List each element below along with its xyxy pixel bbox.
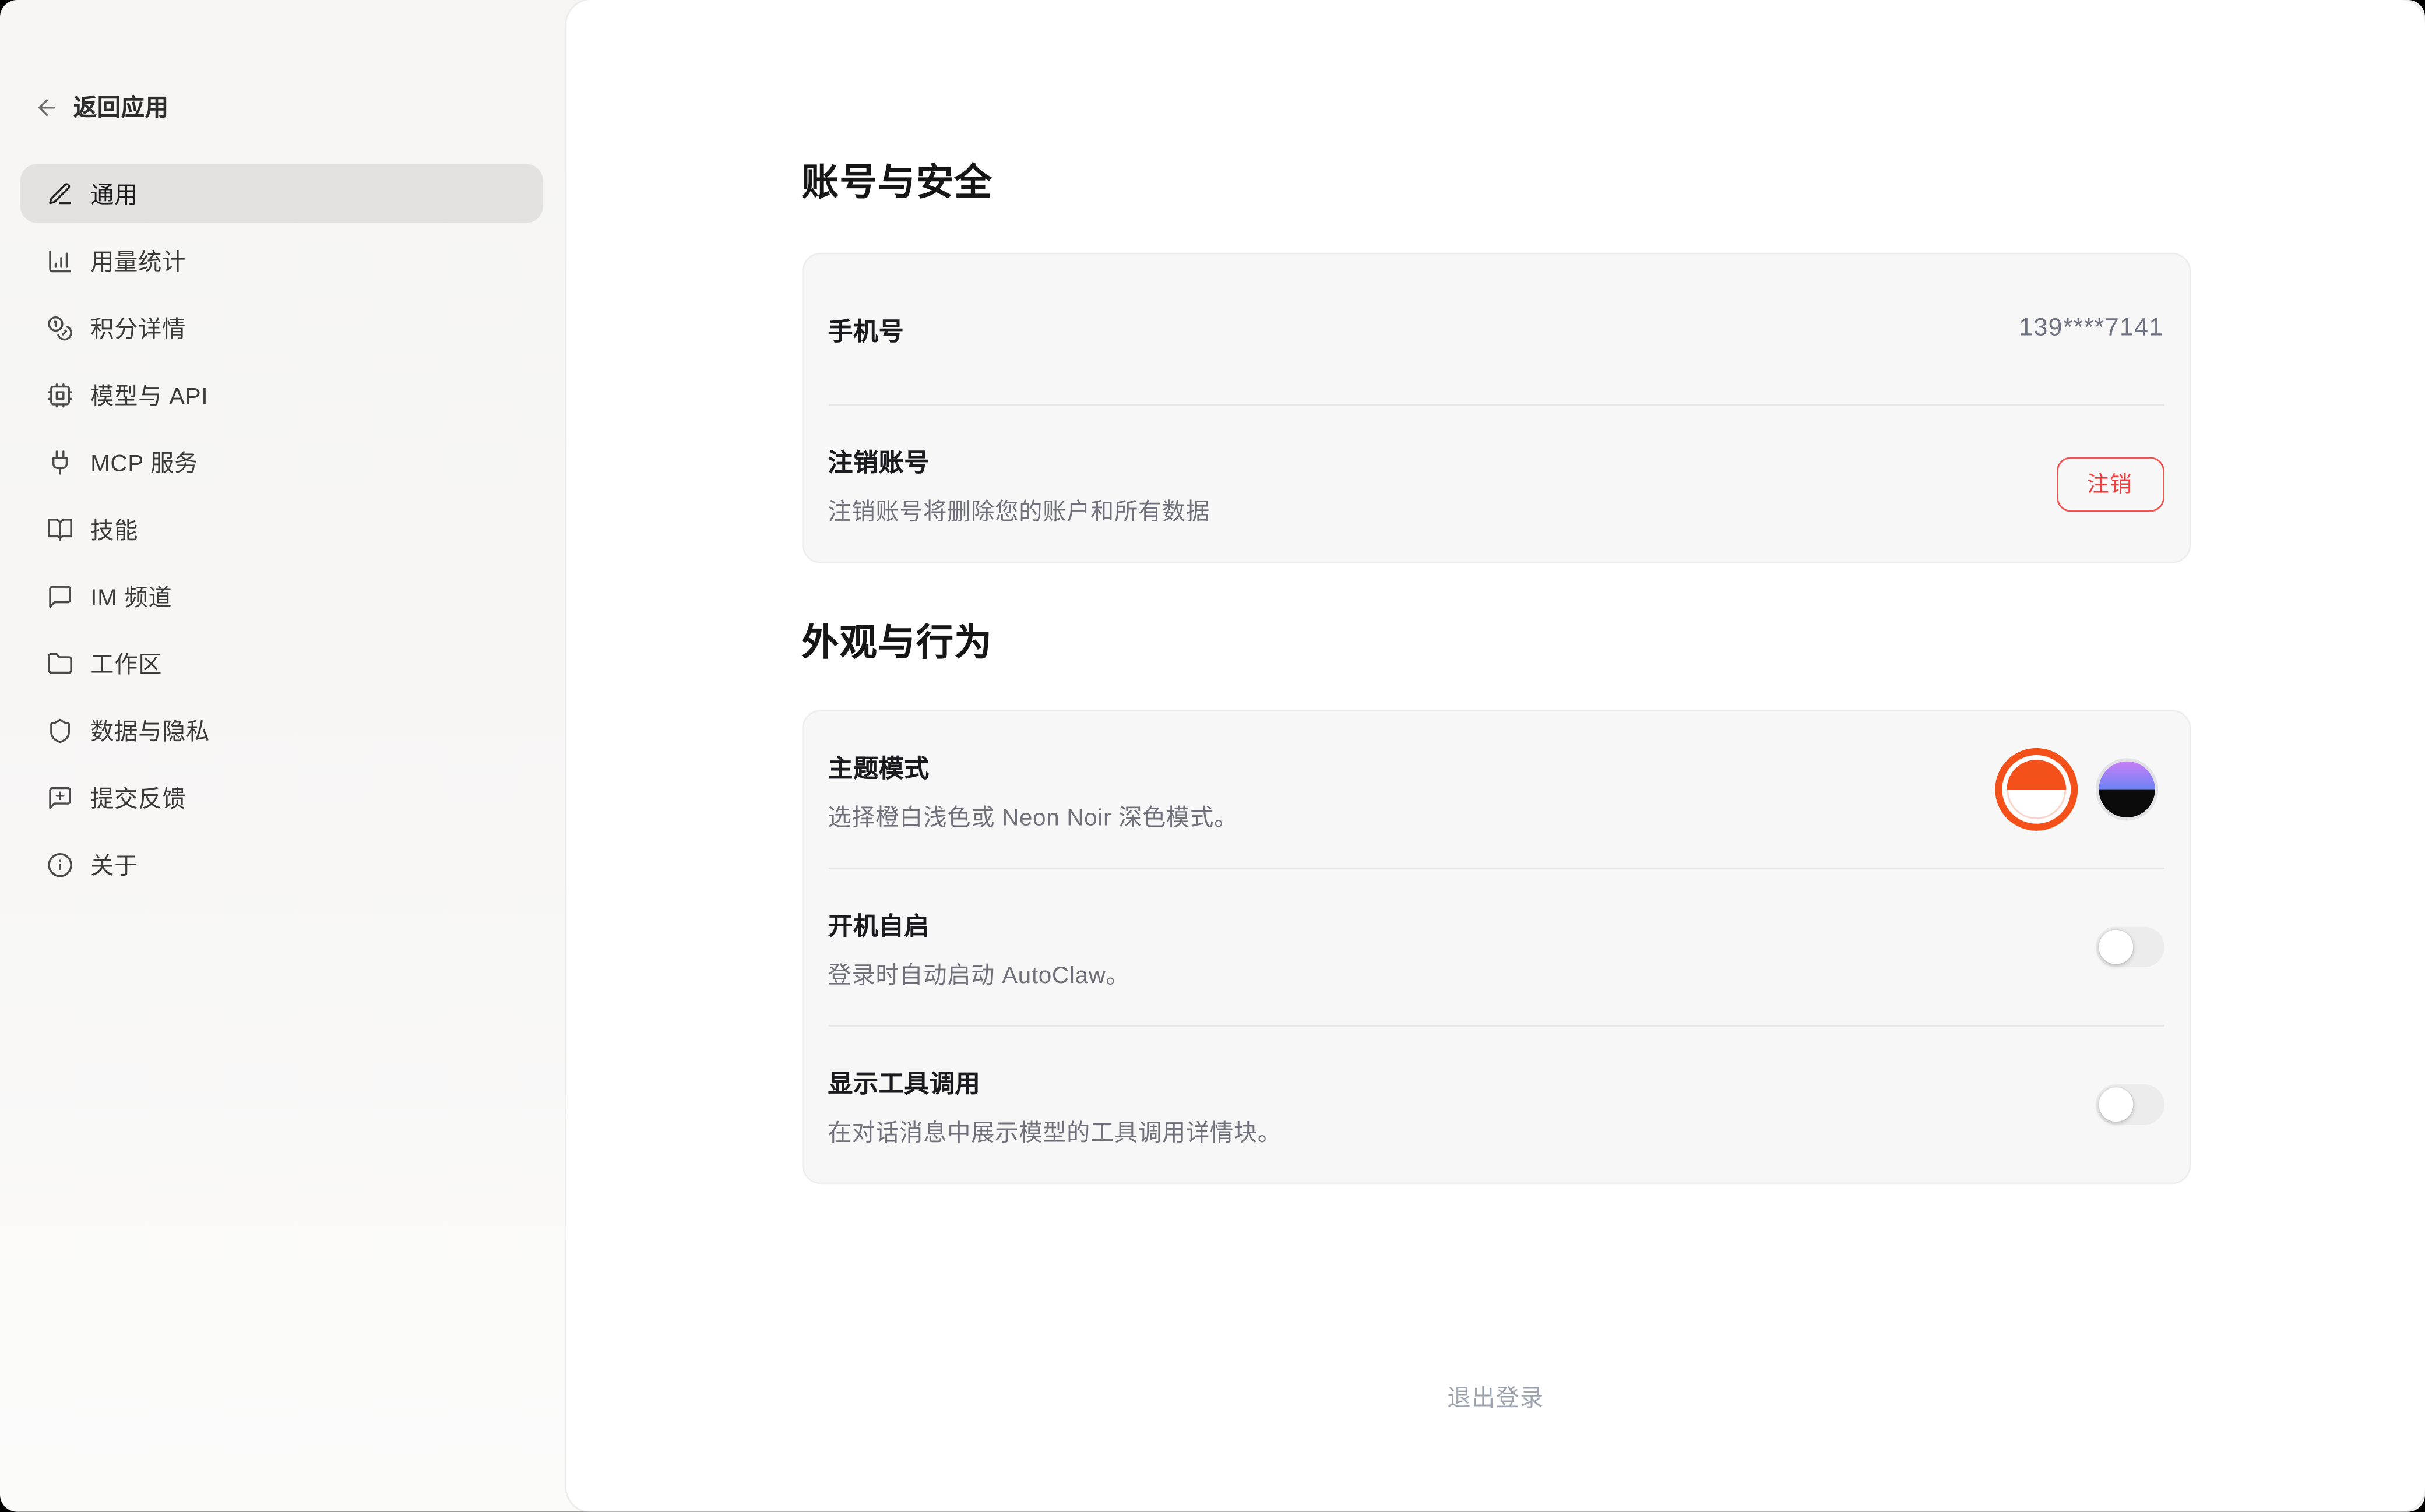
- back-label: 返回应用: [73, 90, 169, 123]
- theme-mode-description: 选择橙白浅色或 Neon Noir 深色模式。: [828, 799, 1238, 832]
- theme-swatch-neon-noir[interactable]: [2095, 758, 2157, 820]
- phone-number-label: 手机号: [828, 311, 904, 348]
- sidebar: 返回应用 通用 用量统计: [0, 0, 566, 1512]
- sidebar-item-label: 关于: [90, 848, 138, 880]
- sidebar-item-skills[interactable]: 技能: [20, 499, 543, 559]
- toggle-knob: [2098, 1087, 2132, 1122]
- tool-calls-toggle[interactable]: [2095, 1084, 2164, 1125]
- sidebar-item-models-api[interactable]: 模型与 API: [20, 365, 543, 425]
- sidebar-item-label: 提交反馈: [90, 781, 186, 813]
- account-security-card: 手机号 139****7141 注销账号 注销账号将删除您的账户和所有数据 注销: [801, 253, 2190, 563]
- book-open-icon: [47, 516, 73, 542]
- tool-calls-description: 在对话消息中展示模型的工具调用详情块。: [828, 1115, 1281, 1147]
- settings-content: 账号与安全 手机号 139****7141 注销账号 注销账号将删除您的账户和所…: [801, 0, 2190, 1423]
- feedback-plus-icon: [47, 784, 73, 810]
- sidebar-item-label: 模型与 API: [90, 378, 208, 411]
- screen-background: 返回应用 通用 用量统计: [0, 0, 2425, 1512]
- back-to-app-button[interactable]: 返回应用: [0, 0, 566, 124]
- sidebar-item-label: 通用: [90, 177, 138, 210]
- autostart-text: 开机自启 登录时自动启动 AutoClaw。: [828, 904, 1129, 990]
- delete-account-row: 注销账号 注销账号将删除您的账户和所有数据 注销: [803, 406, 2189, 562]
- autostart-toggle[interactable]: [2095, 926, 2164, 967]
- sidebar-item-label: 工作区: [90, 647, 162, 679]
- settings-window: 返回应用 通用 用量统计: [0, 0, 2425, 1512]
- delete-account-label: 注销账号: [828, 440, 1210, 478]
- footer: 退出登录: [801, 1372, 2190, 1423]
- phone-number-value: 139****7141: [2019, 315, 2163, 343]
- arrow-left-icon: [34, 94, 59, 119]
- coins-icon: [47, 315, 73, 341]
- sidebar-item-about[interactable]: 关于: [20, 835, 543, 894]
- section-title-appearance-behavior: 外观与行为: [801, 619, 2190, 669]
- sidebar-item-data-privacy[interactable]: 数据与隐私: [20, 700, 543, 760]
- theme-mode-text: 主题模式 选择橙白浅色或 Neon Noir 深色模式。: [828, 746, 1238, 832]
- sidebar-nav: 通用 用量统计 积分详情: [0, 164, 566, 894]
- plug-icon: [47, 449, 73, 475]
- sidebar-item-workspace[interactable]: 工作区: [20, 633, 543, 693]
- sidebar-item-label: 数据与隐私: [90, 714, 210, 746]
- sidebar-item-label: 用量统计: [90, 244, 186, 277]
- sidebar-item-mcp[interactable]: MCP 服务: [20, 432, 543, 492]
- shield-icon: [47, 717, 73, 743]
- tool-calls-text: 显示工具调用 在对话消息中展示模型的工具调用详情块。: [828, 1062, 1281, 1147]
- sidebar-item-credits[interactable]: 积分详情: [20, 298, 543, 357]
- sidebar-item-general[interactable]: 通用: [20, 164, 543, 223]
- sidebar-item-label: 积分详情: [90, 311, 186, 344]
- toggle-knob: [2098, 930, 2132, 964]
- theme-swatch-light-orange[interactable]: [2006, 760, 2065, 819]
- logout-button[interactable]: 退出登录: [1432, 1372, 1560, 1423]
- sidebar-item-label: IM 频道: [90, 580, 172, 612]
- section-title-account-security: 账号与安全: [801, 159, 2190, 209]
- info-icon: [47, 851, 73, 878]
- autostart-description: 登录时自动启动 AutoClaw。: [828, 957, 1129, 990]
- sidebar-item-feedback[interactable]: 提交反馈: [20, 767, 543, 827]
- chat-bubble-icon: [47, 583, 73, 609]
- sidebar-item-label: MCP 服务: [90, 445, 198, 478]
- theme-mode-label: 主题模式: [828, 746, 1238, 784]
- tool-calls-label: 显示工具调用: [828, 1062, 1281, 1099]
- sidebar-item-label: 技能: [90, 513, 138, 545]
- folder-icon: [47, 650, 73, 676]
- theme-swatches: [2006, 758, 2163, 820]
- delete-account-text: 注销账号 注销账号将删除您的账户和所有数据: [828, 440, 1210, 526]
- autostart-label: 开机自启: [828, 904, 1129, 942]
- delete-account-button[interactable]: 注销: [2056, 456, 2164, 511]
- autostart-row: 开机自启 登录时自动启动 AutoClaw。: [803, 869, 2189, 1025]
- chip-icon: [47, 382, 73, 408]
- appearance-behavior-card: 主题模式 选择橙白浅色或 Neon Noir 深色模式。 开机自启 登录时自动启…: [801, 710, 2190, 1184]
- delete-account-description: 注销账号将删除您的账户和所有数据: [828, 494, 1210, 526]
- sidebar-item-im-channels[interactable]: IM 频道: [20, 566, 543, 626]
- theme-mode-row: 主题模式 选择橙白浅色或 Neon Noir 深色模式。: [803, 711, 2189, 868]
- bar-chart-icon: [47, 247, 73, 274]
- phone-number-row: 手机号 139****7141: [803, 254, 2189, 404]
- tool-calls-row: 显示工具调用 在对话消息中展示模型的工具调用详情块。: [803, 1027, 2189, 1183]
- sidebar-item-usage-stats[interactable]: 用量统计: [20, 231, 543, 290]
- pencil-icon: [47, 180, 73, 207]
- main-panel: 账号与安全 手机号 139****7141 注销账号 注销账号将删除您的账户和所…: [566, 0, 2425, 1512]
